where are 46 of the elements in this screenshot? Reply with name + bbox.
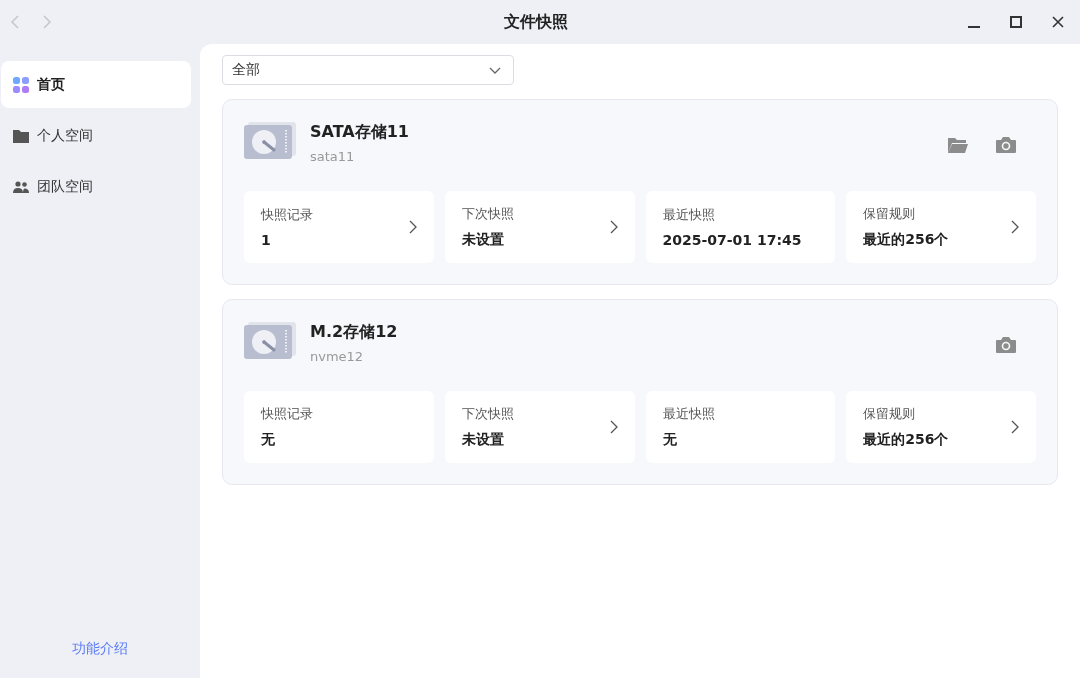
- stat-value: 最近的256个: [863, 431, 949, 449]
- stat-label: 快照记录: [261, 405, 313, 423]
- stat-tile[interactable]: 快照记录 1: [244, 191, 434, 263]
- device-name: sata11: [310, 149, 356, 164]
- sidebar-item[interactable]: 首页: [1, 61, 191, 108]
- stat-tile[interactable]: 保留规则 最近的256个: [846, 191, 1036, 263]
- stat-value: 未设置: [461, 431, 505, 449]
- chevron-icon: [609, 220, 618, 234]
- device-name: nvme12: [310, 349, 365, 364]
- caret-icon: [489, 66, 501, 74]
- stat-label: 保留规则: [863, 405, 917, 423]
- volume-name: SATA存储11: [310, 122, 409, 143]
- stat-value: 最近的256个: [863, 231, 949, 249]
- chevron-icon: [1011, 220, 1019, 234]
- folder-icon[interactable]: [948, 137, 968, 153]
- hard-drive-icon: [244, 122, 296, 160]
- chevron-icon: [609, 420, 618, 434]
- stat-value: 1: [261, 232, 272, 248]
- chevron-icon: [1011, 420, 1019, 434]
- sidebar-item[interactable]: 团队空间: [1, 163, 191, 210]
- sidebar-item[interactable]: 个人空间: [1, 112, 191, 159]
- stat-value: 未设置: [461, 231, 505, 249]
- folder-icon: [13, 128, 29, 143]
- stat-label: 下次快照: [461, 205, 514, 223]
- camera-icon[interactable]: [996, 137, 1016, 153]
- volume-name: M.2存储12: [310, 322, 398, 343]
- hard-drive-icon: [244, 322, 296, 360]
- window-title: 文件快照: [504, 11, 568, 33]
- stat-tile[interactable]: 下次快照 未设置: [444, 191, 635, 263]
- filter-dropdown[interactable]: 全部: [222, 55, 514, 85]
- stat-label: 保留规则: [863, 205, 917, 223]
- stat-label: 下次快照: [461, 405, 514, 423]
- stat-value: 无: [662, 431, 678, 449]
- stat-tile[interactable]: 下次快照 未设置: [444, 391, 635, 463]
- chevron-icon: [408, 220, 417, 234]
- stat-tile[interactable]: 保留规则 最近的256个: [846, 391, 1036, 463]
- close-icon[interactable]: [1052, 16, 1064, 28]
- camera-icon[interactable]: [996, 337, 1016, 353]
- stat-value: 无: [261, 431, 276, 449]
- people-icon: [13, 180, 29, 193]
- stat-label: 最近快照: [662, 405, 715, 423]
- stat-label: 快照记录: [261, 206, 313, 224]
- maximize-icon[interactable]: [1010, 16, 1022, 28]
- stat-value: 2025-07-01 17:45: [662, 232, 802, 248]
- grid-icon: [13, 76, 29, 93]
- stat-label: 最近快照: [662, 206, 716, 224]
